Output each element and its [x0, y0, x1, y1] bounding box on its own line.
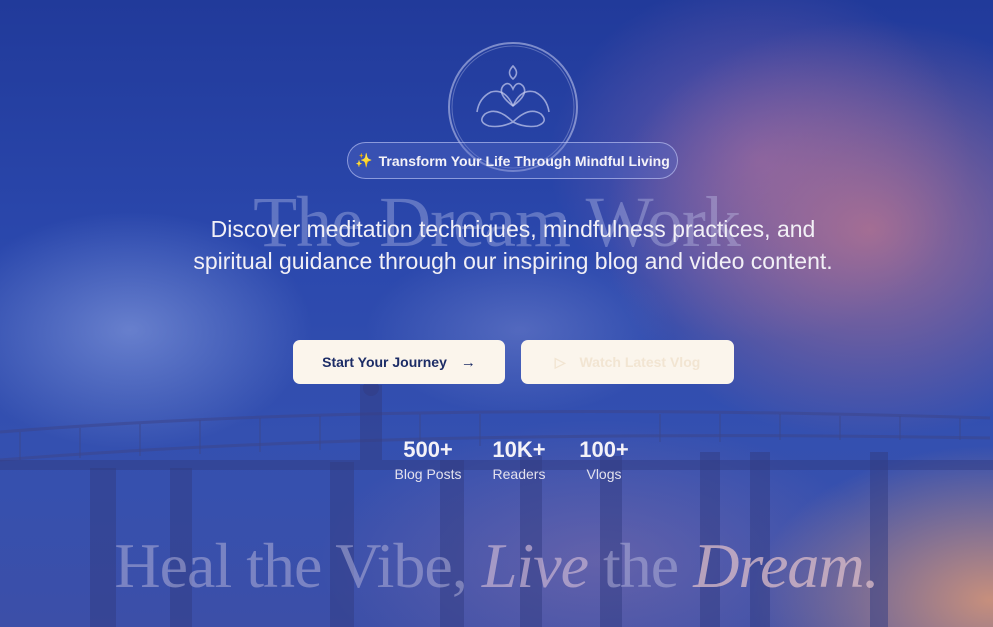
tagline-part-3: the	[603, 530, 679, 601]
stat-value: 10K+	[492, 437, 546, 462]
watch-vlog-button[interactable]: ▷ Watch Latest Vlog	[521, 340, 734, 384]
stat-value: 500+	[403, 437, 453, 462]
tagline-part-4: Dream.	[693, 530, 879, 601]
hero-badge: ✨ Transform Your Life Through Mindful Li…	[347, 142, 678, 179]
stat-vlogs: 100+ Vlogs	[570, 436, 638, 484]
badge-text: Transform Your Life Through Mindful Livi…	[378, 152, 670, 169]
play-icon: ▷	[554, 353, 566, 370]
start-journey-button[interactable]: Start Your Journey →	[293, 340, 505, 384]
sparkles-icon: ✨	[355, 152, 373, 168]
tagline-part-2: Live	[481, 530, 589, 601]
stat-label: Vlogs	[586, 466, 622, 482]
start-journey-label: Start Your Journey	[322, 354, 447, 370]
arrow-right-icon: →	[460, 353, 476, 371]
stat-readers: 10K+ Readers	[484, 436, 554, 484]
watch-vlog-label: Watch Latest Vlog	[579, 354, 701, 370]
hero-description: Discover meditation techniques, mindfuln…	[193, 216, 833, 274]
hero-tagline: Heal the Vibe, Live the Dream.	[0, 528, 993, 604]
tagline-part-1: Heal the Vibe,	[114, 530, 467, 601]
stat-value: 100+	[579, 437, 629, 462]
stat-label: Readers	[492, 466, 546, 482]
stat-label: Blog Posts	[394, 466, 462, 482]
stat-blog-posts: 500+ Blog Posts	[392, 436, 464, 484]
